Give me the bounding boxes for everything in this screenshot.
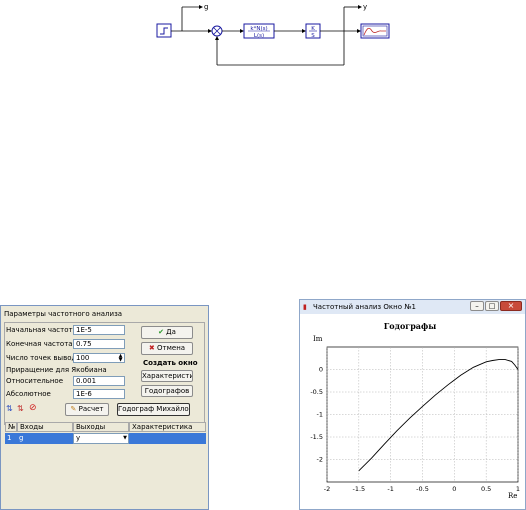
- x-tick-label: -0.5: [416, 485, 429, 493]
- absolute-label: Абсолютное: [6, 390, 51, 398]
- x-axis-label: Re: [508, 492, 517, 500]
- chart-app-icon: ▮: [303, 303, 307, 311]
- stop-icon[interactable]: ⊘: [29, 403, 37, 413]
- hodograph-chart: Годографы Im Re -2 -1.5 -1 -0.5 0 0.5 1 0 -0.5 -1…: [310, 321, 520, 500]
- start-freq-input[interactable]: 1E-5: [73, 325, 125, 335]
- end-freq-input[interactable]: 0.75: [73, 339, 125, 349]
- relative-input[interactable]: 0.001: [73, 376, 125, 386]
- points-label: Число точек вывода: [6, 354, 81, 362]
- y-tick-label: -1.5: [310, 433, 323, 441]
- calc-button-label: Расчет: [78, 405, 104, 413]
- grid-cell-n[interactable]: 1: [5, 433, 17, 444]
- y-tick-label: -0.5: [310, 388, 323, 396]
- jacobian-label: Приращение для Якобиана: [6, 366, 107, 374]
- x-tick-label: -1: [387, 485, 393, 493]
- chart-window: ▮ Частотный анализ Окно №1 – □ × Годогра…: [299, 299, 526, 510]
- close-button[interactable]: ×: [500, 301, 522, 311]
- block-diagram: g k*N(s) L(s) K S y: [156, 3, 390, 66]
- dropdown-arrow-icon[interactable]: ▼: [123, 434, 127, 443]
- calc-icon: ✎: [70, 405, 77, 413]
- points-spinner-icon[interactable]: ▲ ▼: [117, 354, 124, 363]
- x-tick-label: 0: [452, 485, 456, 493]
- grid-cell-input[interactable]: g: [17, 433, 73, 444]
- transfer-denominator: L(s): [254, 33, 264, 39]
- grid-output-value: y: [76, 434, 81, 442]
- x-tick-label: 0.5: [481, 485, 491, 493]
- add-row-icon[interactable]: ⇅: [6, 404, 13, 413]
- start-freq-label: Начальная частота: [6, 326, 77, 334]
- calc-button[interactable]: ✎ Расчет: [65, 403, 109, 416]
- grid-header-characteristic[interactable]: Характеристика: [129, 422, 206, 432]
- grid-cell-characteristic[interactable]: [129, 433, 206, 444]
- chart-title: Годографы: [384, 321, 436, 331]
- ok-button[interactable]: ✔ Да: [141, 326, 193, 339]
- output-g-label: g: [204, 3, 208, 11]
- maximize-button[interactable]: □: [485, 301, 499, 311]
- grid-output-select[interactable]: y ▼: [73, 433, 129, 444]
- grid-header-outputs[interactable]: Выходы: [73, 422, 129, 432]
- remove-row-icon[interactable]: ⇅: [17, 404, 24, 413]
- end-freq-label: Конечная частота: [6, 340, 73, 348]
- x-tick-label: -1.5: [352, 485, 365, 493]
- output-y-label: y: [363, 3, 367, 11]
- mikhailov-button[interactable]: Годограф Михайлова: [117, 403, 190, 416]
- frequency-analysis-dialog: Параметры частотного анализа Начальная ч…: [0, 305, 209, 510]
- x-tick-label: -2: [324, 485, 330, 493]
- hodographs-button[interactable]: Годографов: [141, 385, 193, 397]
- y-tick-label: -1: [317, 411, 323, 419]
- chart-window-titlebar[interactable]: ▮ Частотный анализ Окно №1 – □ ×: [300, 300, 525, 314]
- integrator-denominator: S: [311, 33, 315, 39]
- cross-icon: ✖: [148, 344, 155, 352]
- checkmark-icon: ✔: [158, 328, 164, 336]
- grid-header-n[interactable]: №: [5, 422, 17, 432]
- relative-label: Относительное: [6, 377, 63, 385]
- cancel-button-label: Отмена: [157, 344, 186, 352]
- x-tick-label: 1: [516, 485, 520, 493]
- chart-window-title: Частотный анализ Окно №1: [313, 303, 416, 311]
- grid-header-inputs[interactable]: Входы: [17, 422, 73, 432]
- characteristics-button[interactable]: Характеристик: [141, 370, 193, 382]
- ok-button-label: Да: [166, 328, 176, 336]
- y-axis-label: Im: [313, 335, 323, 343]
- cancel-button[interactable]: ✖ Отмена: [141, 342, 193, 355]
- dialog-title: Параметры частотного анализа: [4, 310, 123, 318]
- y-tick-label: -2: [317, 456, 323, 464]
- minimize-button[interactable]: –: [470, 301, 484, 311]
- y-tick-label: 0: [319, 366, 323, 374]
- absolute-input[interactable]: 1E-6: [73, 389, 125, 399]
- create-window-label: Создать окно: [143, 359, 198, 367]
